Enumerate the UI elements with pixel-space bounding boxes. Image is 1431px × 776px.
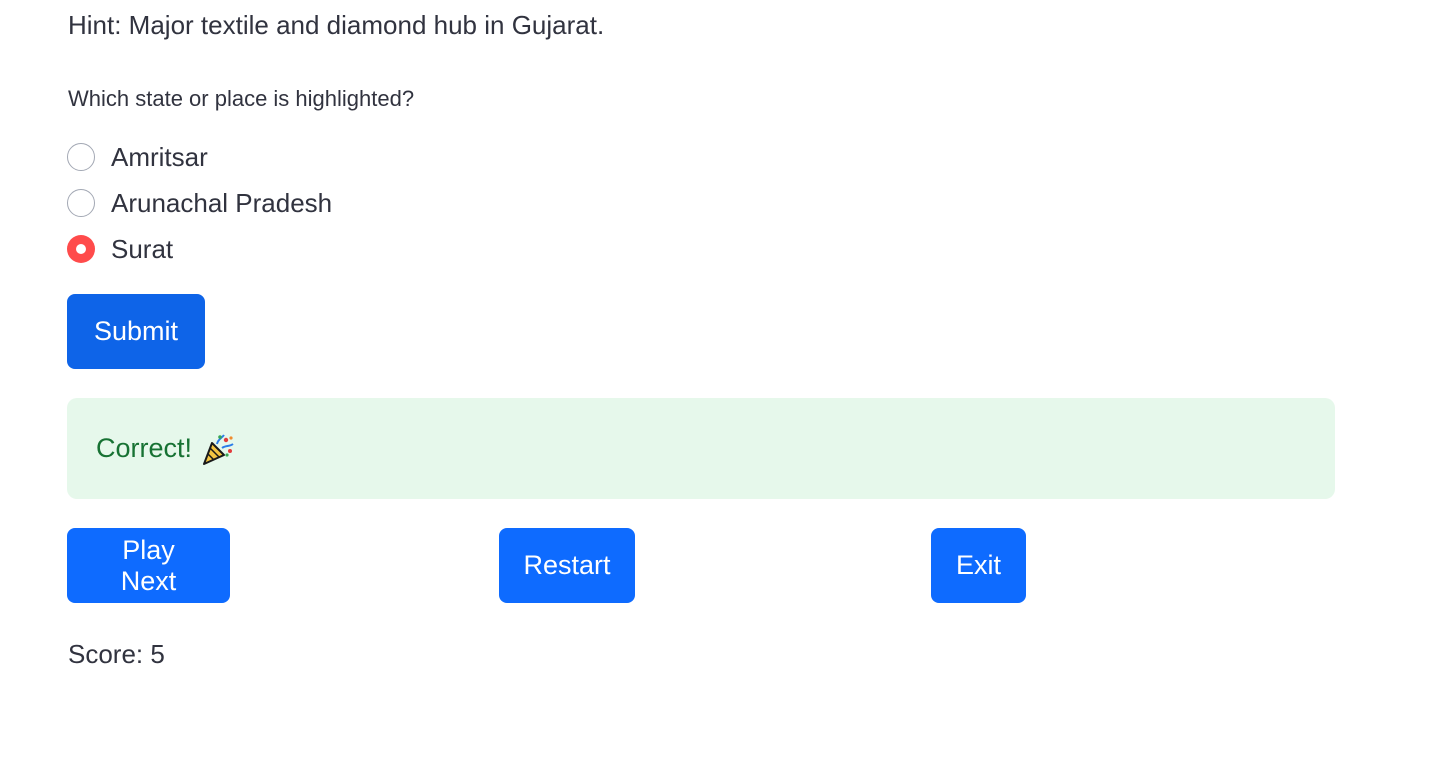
submit-button[interactable]: Submit	[67, 294, 205, 369]
radio-amritsar[interactable]	[67, 143, 95, 171]
exit-button[interactable]: Exit	[931, 528, 1026, 603]
party-popper-icon	[200, 431, 236, 467]
option-arunachal-pradesh[interactable]: Arunachal Pradesh	[67, 180, 332, 226]
result-text: Correct!	[96, 433, 193, 463]
play-next-button[interactable]: Play Next	[67, 528, 230, 603]
answer-radio-group: Amritsar Arunachal Pradesh Surat	[67, 134, 332, 272]
option-amritsar[interactable]: Amritsar	[67, 134, 332, 180]
success-alert: Correct!	[67, 398, 1335, 499]
radio-surat[interactable]	[67, 235, 95, 263]
option-label: Surat	[111, 234, 174, 264]
question-label: Which state or place is highlighted?	[68, 86, 415, 111]
restart-button[interactable]: Restart	[499, 528, 635, 603]
radio-arunachal-pradesh[interactable]	[67, 189, 95, 217]
option-surat[interactable]: Surat	[67, 226, 332, 272]
option-label: Arunachal Pradesh	[111, 188, 333, 218]
hint-text: Hint: Major textile and diamond hub in G…	[68, 10, 605, 40]
option-label: Amritsar	[111, 142, 208, 172]
quiz-page: Hint: Major textile and diamond hub in G…	[0, 0, 1431, 776]
score-text: Score: 5	[68, 639, 165, 669]
